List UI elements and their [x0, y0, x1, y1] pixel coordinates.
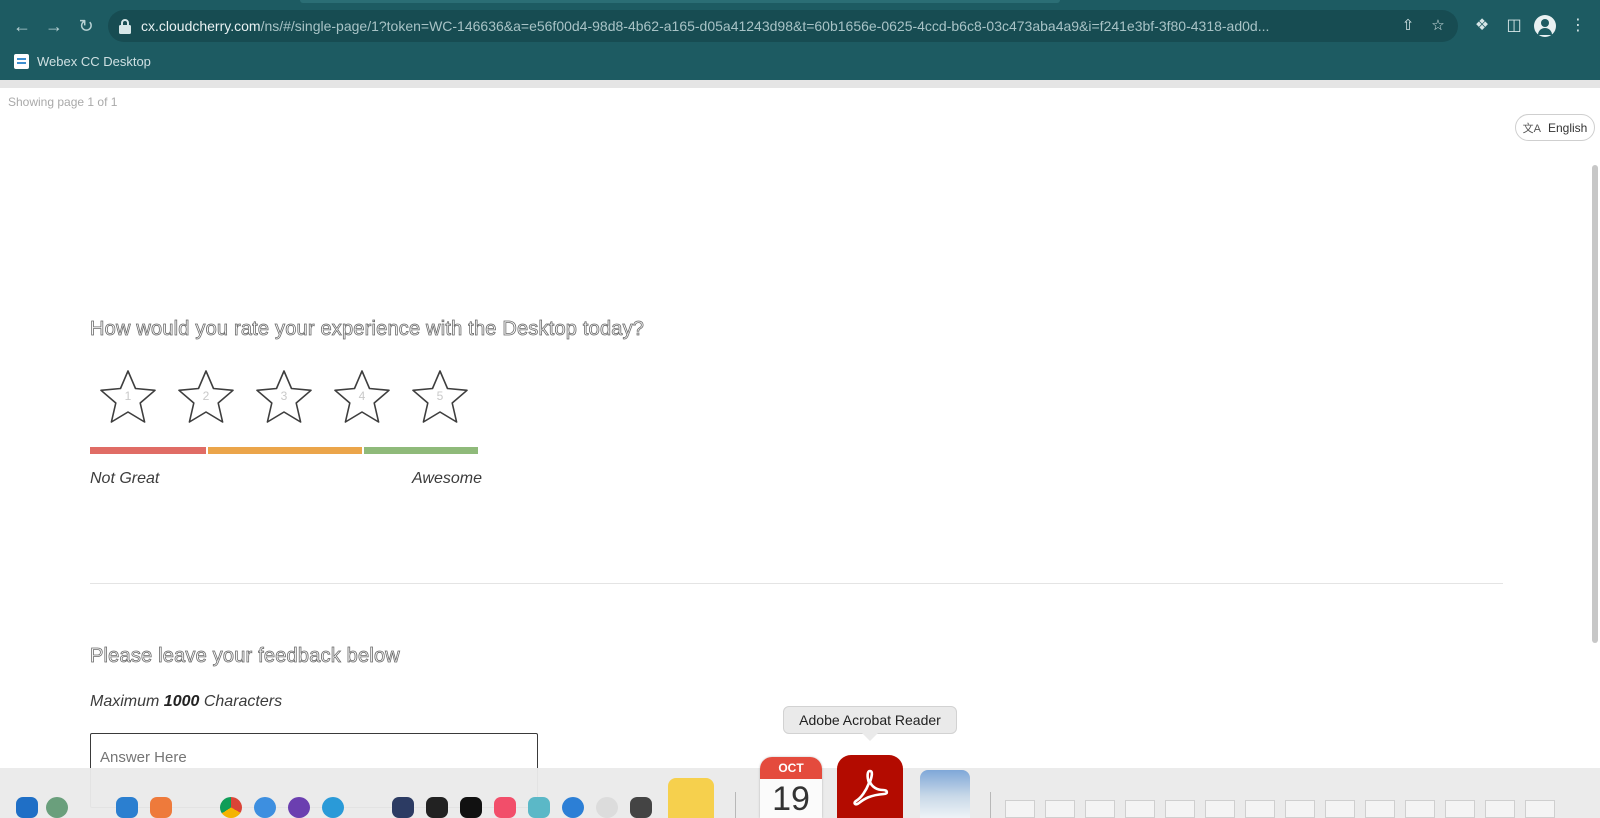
safari-app-icon[interactable]	[254, 797, 276, 818]
minimized-window-thumbnail[interactable]	[1485, 800, 1515, 818]
acrobat-logo-icon	[853, 769, 889, 806]
high-rating-label: Awesome	[412, 470, 482, 487]
rating-star-5[interactable]: 5	[409, 368, 471, 426]
rating-star-4[interactable]: 4	[331, 368, 393, 426]
music-app-icon[interactable]	[494, 797, 516, 818]
scrollbar-thumb[interactable]	[1592, 165, 1598, 643]
lock-icon[interactable]	[118, 18, 132, 34]
star-number: 4	[358, 389, 366, 403]
rating-scale-segment	[364, 447, 478, 454]
bookmark-webex-cc-desktop[interactable]: Webex CC Desktop	[14, 52, 151, 70]
star-rating-group: 1 2 3 4 5	[97, 368, 477, 430]
max-prefix: Maximum	[90, 693, 160, 710]
app-icon[interactable]	[596, 797, 618, 818]
browser-toolbar: ← → ↻ cx.cloudcherry.com/ns/#/single-pag…	[0, 0, 1600, 80]
minimized-window-thumbnail[interactable]	[1445, 800, 1475, 818]
minimized-window-thumbnail[interactable]	[1285, 800, 1315, 818]
vscode-app-icon[interactable]	[116, 797, 138, 818]
rating-question: How would you rate your experience with …	[90, 318, 645, 341]
app-icon[interactable]	[562, 797, 584, 818]
minimized-window-thumbnail[interactable]	[1005, 800, 1035, 818]
feedback-question: Please leave your feedback below	[90, 645, 401, 668]
address-bar[interactable]: cx.cloudcherry.com/ns/#/single-page/1?to…	[108, 10, 1458, 42]
kebab-menu-icon[interactable]: ⋮	[1566, 14, 1590, 38]
star-number: 5	[436, 389, 444, 403]
rating-star-3[interactable]: 3	[253, 368, 315, 426]
bookmark-star-icon[interactable]: ☆	[1428, 16, 1448, 36]
minimized-window-thumbnail[interactable]	[1325, 800, 1355, 818]
dock-separator	[735, 792, 736, 818]
outlook-app-icon[interactable]	[16, 797, 38, 818]
star-number: 1	[124, 389, 132, 403]
app-icon[interactable]	[528, 797, 550, 818]
rating-scale-segment	[208, 447, 362, 454]
calendar-month: OCT	[760, 757, 822, 779]
minimized-window-thumbnail[interactable]	[1525, 800, 1555, 818]
max-suffix: Characters	[203, 693, 283, 710]
app-icon[interactable]	[392, 797, 414, 818]
translate-icon: 文A	[1522, 122, 1541, 135]
edge-app-icon[interactable]	[322, 797, 344, 818]
low-rating-label: Not Great	[90, 470, 160, 487]
star-number: 2	[202, 389, 210, 403]
active-tab-edge	[300, 0, 1060, 3]
adobe-acrobat-app-icon[interactable]	[837, 755, 903, 818]
chrome-app-icon[interactable]	[220, 797, 242, 818]
back-arrow-icon[interactable]: ←	[10, 14, 34, 38]
terminal-app-icon[interactable]	[426, 797, 448, 818]
reload-icon[interactable]: ↻	[74, 14, 98, 38]
max-characters-note: Maximum 1000 Characters	[90, 693, 282, 711]
minimized-window-thumbnail[interactable]	[1205, 800, 1235, 818]
section-divider	[90, 583, 1503, 584]
minimized-window-thumbnail[interactable]	[1245, 800, 1275, 818]
star-number: 3	[280, 389, 288, 403]
max-value: 1000	[163, 693, 200, 710]
preview-app-icon[interactable]	[920, 770, 970, 818]
progress-header-bar	[0, 80, 1600, 88]
minimized-window-thumbnail[interactable]	[1045, 800, 1075, 818]
notes-app-icon[interactable]	[668, 778, 714, 818]
minimized-window-thumbnail[interactable]	[1365, 800, 1395, 818]
minimized-window-thumbnail[interactable]	[1125, 800, 1155, 818]
language-selector-button[interactable]: 文A English	[1515, 114, 1595, 141]
rating-star-1[interactable]: 1	[97, 368, 159, 426]
url-text[interactable]: cx.cloudcherry.com/ns/#/single-page/1?to…	[141, 10, 1391, 42]
terminal-app-icon[interactable]	[460, 797, 482, 818]
firefox-app-icon[interactable]	[288, 797, 310, 818]
webex-favicon-icon	[14, 53, 29, 69]
forward-arrow-icon[interactable]: →	[42, 14, 66, 38]
share-icon[interactable]: ⇧	[1398, 16, 1418, 36]
page-count-text: Showing page 1 of 1	[8, 95, 118, 109]
dock-tooltip: Adobe Acrobat Reader	[783, 706, 957, 741]
rating-color-scale	[90, 447, 478, 454]
minimized-window-thumbnail[interactable]	[1085, 800, 1115, 818]
app-icon[interactable]	[46, 797, 68, 818]
minimized-window-thumbnail[interactable]	[1165, 800, 1195, 818]
minimized-window-thumbnail[interactable]	[1405, 800, 1435, 818]
language-label: English	[1547, 120, 1588, 135]
calendar-app-icon[interactable]: OCT 19	[760, 757, 822, 818]
rating-star-2[interactable]: 2	[175, 368, 237, 426]
app-icon[interactable]	[630, 797, 652, 818]
side-panel-icon[interactable]: ◫	[1502, 14, 1526, 38]
extensions-puzzle-icon[interactable]: ❖	[1470, 14, 1494, 38]
bookmark-label: Webex CC Desktop	[37, 53, 151, 69]
app-icon[interactable]	[150, 797, 172, 818]
calendar-day: 19	[772, 780, 810, 818]
profile-avatar[interactable]	[1534, 15, 1556, 37]
dock-separator	[990, 792, 991, 818]
rating-scale-segment	[90, 447, 206, 454]
